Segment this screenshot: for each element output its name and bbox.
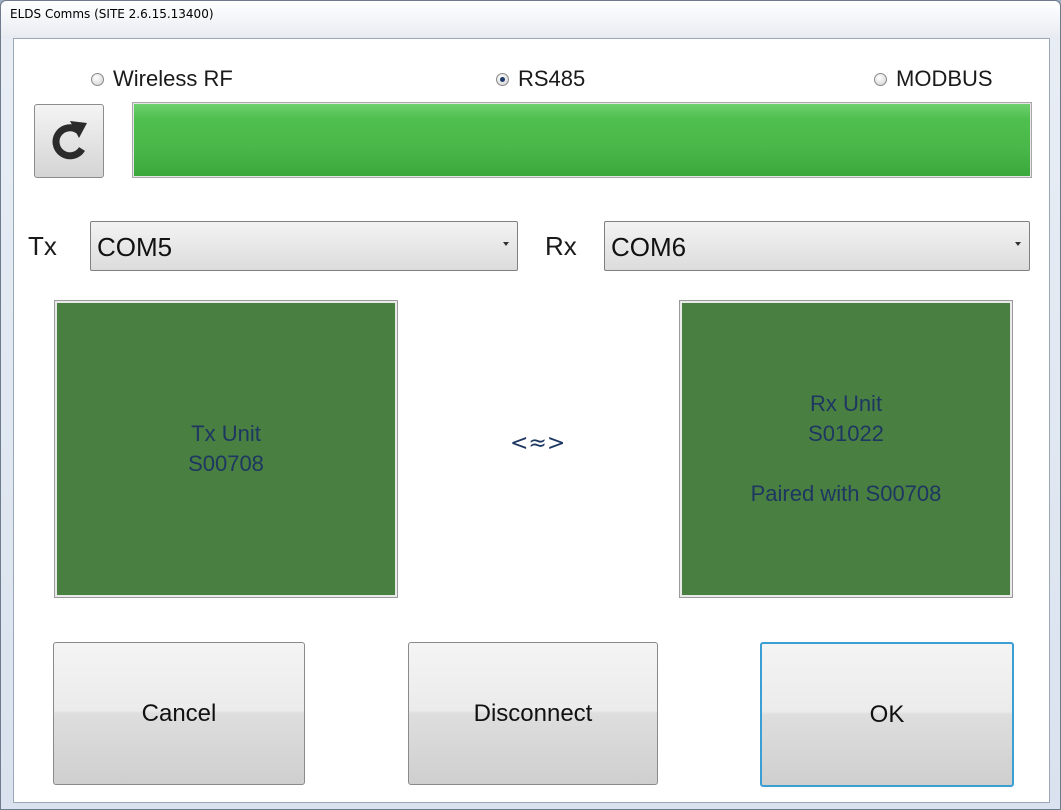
radio-label-wireless-rf: Wireless RF bbox=[113, 66, 233, 91]
radio-rs485[interactable]: RS485 bbox=[496, 65, 585, 93]
rx-unit-paired: Paired with S00708 bbox=[750, 481, 942, 506]
radio-label-modbus: MODBUS bbox=[896, 66, 993, 91]
radio-indicator-selected bbox=[496, 72, 509, 86]
cancel-button[interactable]: Cancel bbox=[53, 642, 305, 785]
rx-unit-serial: S01022 bbox=[808, 421, 884, 446]
dialog-body: Wireless RF RS485 MODBUS Tx COM5 Rx COM6 bbox=[13, 38, 1050, 803]
chevron-down-icon bbox=[503, 242, 509, 246]
tx-unit-panel: Tx Unit S00708 bbox=[54, 300, 398, 598]
app-window: ELDS Comms (SITE 2.6.15.13400) Wireless … bbox=[0, 0, 1061, 810]
rx-port-select[interactable]: COM6 bbox=[604, 221, 1030, 271]
window-title: ELDS Comms (SITE 2.6.15.13400) bbox=[10, 7, 214, 21]
rx-unit-panel: Rx Unit S01022 Paired with S00708 bbox=[679, 300, 1013, 598]
refresh-button[interactable] bbox=[34, 104, 104, 178]
tx-port-value: COM5 bbox=[97, 232, 173, 262]
rx-unit-title: Rx Unit bbox=[809, 391, 883, 416]
connection-progress-bar bbox=[132, 102, 1032, 178]
radio-indicator bbox=[874, 72, 887, 86]
chevron-down-icon bbox=[1015, 242, 1021, 246]
tx-unit-title: Tx Unit bbox=[191, 421, 261, 446]
tx-unit-serial: S00708 bbox=[188, 451, 264, 476]
tx-port-label: Tx bbox=[28, 231, 57, 261]
progress-fill bbox=[134, 104, 1030, 176]
radio-label-rs485: RS485 bbox=[518, 66, 586, 91]
disconnect-button[interactable]: Disconnect bbox=[408, 642, 658, 785]
link-status-symbol: <≈> bbox=[510, 431, 566, 456]
radio-indicator bbox=[91, 72, 104, 86]
radio-wireless-rf[interactable]: Wireless RF bbox=[91, 65, 233, 93]
radio-modbus[interactable]: MODBUS bbox=[874, 65, 993, 93]
title-bar: ELDS Comms (SITE 2.6.15.13400) bbox=[1, 1, 1060, 39]
tx-port-select[interactable]: COM5 bbox=[90, 221, 518, 271]
ok-button[interactable]: OK bbox=[760, 642, 1014, 787]
rx-unit-spacer bbox=[682, 449, 1010, 479]
rx-port-label: Rx bbox=[545, 231, 577, 261]
rx-port-value: COM6 bbox=[611, 232, 687, 262]
refresh-icon bbox=[52, 121, 87, 160]
